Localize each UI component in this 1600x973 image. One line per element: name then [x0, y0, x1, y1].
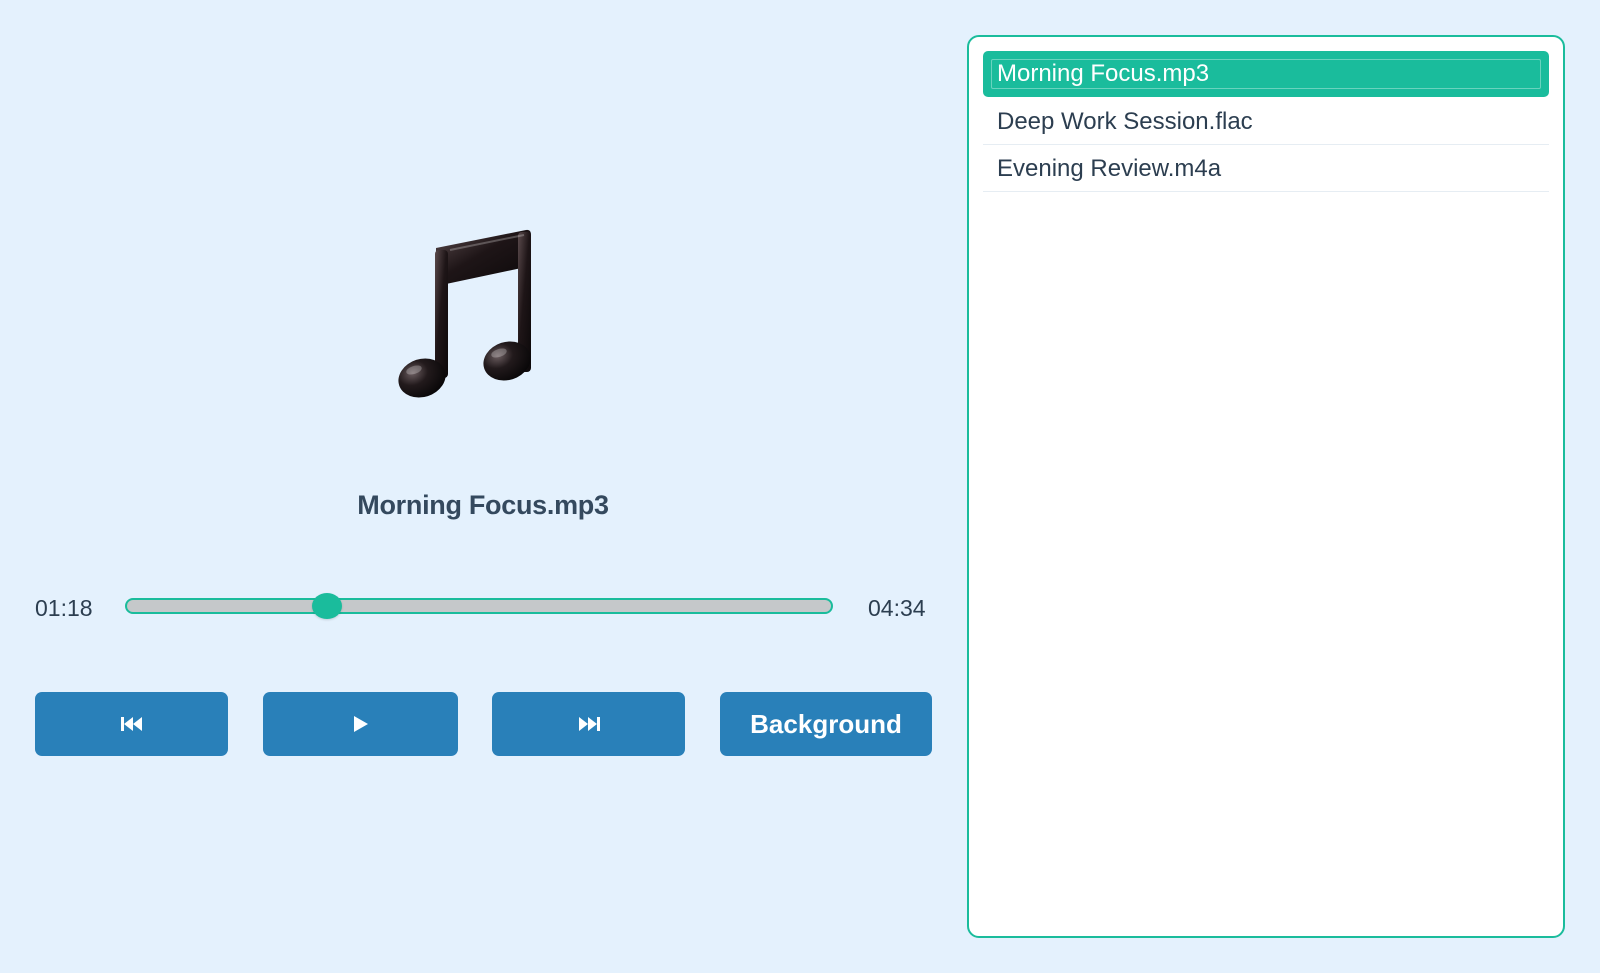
play-button[interactable] — [263, 692, 458, 756]
playlist-item[interactable]: Evening Review.m4a — [983, 145, 1549, 192]
playlist-panel: Morning Focus.mp3 Deep Work Session.flac… — [967, 35, 1565, 938]
total-time: 04:34 — [868, 595, 926, 621]
progress-thumb[interactable] — [312, 593, 343, 619]
skip-next-icon — [578, 716, 600, 732]
player-panel: Morning Focus.mp3 01:18 04:34 Background — [0, 0, 950, 973]
current-time: 01:18 — [35, 595, 93, 621]
skip-previous-icon — [120, 716, 143, 732]
musical-notes-icon — [398, 228, 540, 404]
progress-slider[interactable] — [125, 593, 833, 619]
next-button[interactable] — [492, 692, 685, 756]
playlist-item[interactable]: Morning Focus.mp3 — [983, 51, 1549, 97]
now-playing-title: Morning Focus.mp3 — [357, 490, 609, 520]
play-icon — [353, 715, 369, 733]
background-button[interactable]: Background — [720, 692, 932, 756]
music-player-app: Morning Focus.mp3 01:18 04:34 Background… — [0, 0, 1600, 973]
progress-fill — [127, 600, 327, 612]
previous-button[interactable] — [35, 692, 228, 756]
playlist-item[interactable]: Deep Work Session.flac — [983, 98, 1549, 145]
